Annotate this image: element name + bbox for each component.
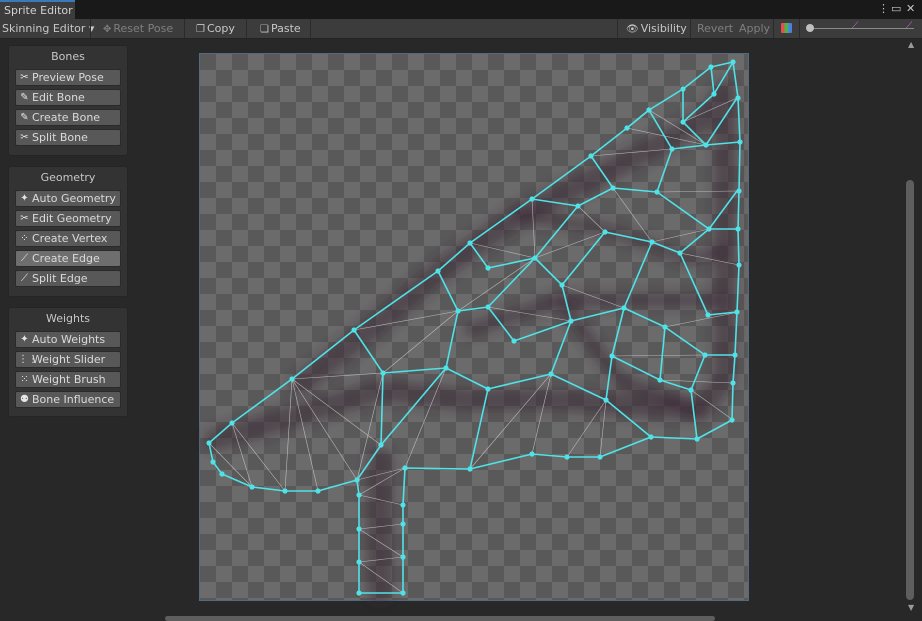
mesh-inner-edges	[208, 97, 740, 594]
scroll-up-arrow-icon[interactable]: ▲	[908, 40, 914, 49]
vertical-scrollbar[interactable]	[906, 180, 914, 600]
horizontal-scrollbar[interactable]	[165, 616, 715, 621]
scroll-down-arrow-icon[interactable]: ▼	[908, 603, 914, 612]
sprite-image	[204, 79, 736, 603]
sprite-mesh-overlay[interactable]	[0, 0, 922, 621]
